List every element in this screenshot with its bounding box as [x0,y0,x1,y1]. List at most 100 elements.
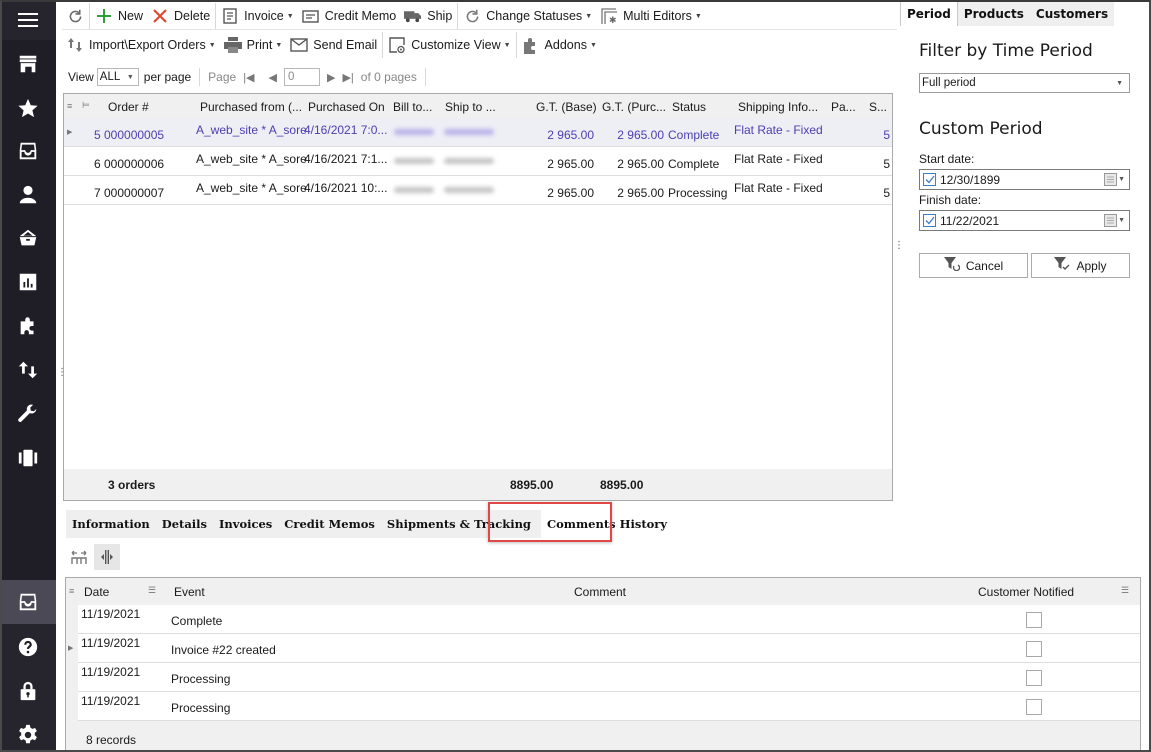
start-date-checkbox[interactable] [923,173,936,186]
order-row[interactable]: 6 000000006 A_web_site * A_sore 4/16/2021 7… [64,147,892,176]
tab-credit-memos[interactable]: Credit Memos [278,510,381,538]
finish-date-field[interactable]: 11/22/2021 ▼ [919,210,1130,231]
comment-row[interactable]: 11/19/2021 Processing [78,663,1140,692]
print-button[interactable]: Print ▼ [220,32,287,58]
invoice-icon [221,7,239,25]
tab-details[interactable]: Details [156,510,213,538]
sidebar-item-carousel[interactable] [0,436,56,480]
tab-comments-history[interactable]: Comments History [540,510,674,538]
customer-notified-checkbox[interactable] [1026,612,1042,628]
column-header[interactable]: Comment [574,585,626,599]
sidebar-item-store[interactable] [0,42,56,86]
detail-mini-toolbar [66,544,120,570]
column-header[interactable]: Event [174,585,205,599]
filter-lines-icon[interactable]: ☰ [1121,585,1129,596]
change-statuses-label: Change Statuses [486,9,583,23]
column-header[interactable]: Order # [108,100,149,114]
hamburger-menu-icon [18,13,38,27]
cancel-filter-button[interactable]: Cancel [919,253,1028,278]
page-size-value: ALL [99,71,121,83]
column-chooser-icon[interactable]: ≡ [67,101,72,111]
prev-page-icon[interactable]: ◀ [269,71,277,84]
multi-editors-button[interactable]: ✱ Multi Editors ▼ [596,3,706,29]
sidebar-item-favorites[interactable] [0,86,56,130]
customer-notified-checkbox[interactable] [1026,670,1042,686]
comment-row[interactable]: 11/19/2021 Complete [78,605,1140,634]
finish-date-value: 11/22/2021 [940,213,1000,228]
column-header[interactable]: Purchased On [308,100,385,114]
filter-lines-icon[interactable]: ☰ [148,585,156,596]
comment-event: Complete [171,614,223,628]
period-select[interactable]: Full period ▼ [919,73,1130,93]
last-page-icon[interactable]: ▶| [342,71,353,84]
customize-view-button[interactable]: Customize View ▼ [384,32,514,58]
page-number-input[interactable]: 0 [284,68,320,86]
import-export-button[interactable]: Import\Export Orders ▼ [62,32,220,58]
sidebar-item-orders[interactable] [0,129,56,173]
customer-notified-checkbox[interactable] [1026,699,1042,715]
tab-information[interactable]: Information [66,510,156,538]
tab-customers[interactable]: Customers [1030,2,1114,26]
comment-row[interactable]: 11/19/2021 Processing [78,692,1140,721]
column-header[interactable]: S... [869,100,887,114]
credit-memo-button[interactable]: Credit Memo [298,3,401,29]
next-page-icon[interactable]: ▶ [327,71,335,84]
addons-button[interactable]: Addons ▼ [518,32,601,58]
invoice-button[interactable]: Invoice ▼ [217,3,298,29]
sidebar-item-orders-active[interactable] [0,580,56,624]
sidebar-item-import-export[interactable] [0,348,56,392]
sidebar-menu-button[interactable] [0,0,56,40]
column-header[interactable]: Pa... [831,100,856,114]
tab-period[interactable]: Period [900,2,958,26]
column-header[interactable]: Date [84,585,109,599]
tab-products[interactable]: Products [958,2,1030,26]
start-date-value: 12/30/1899 [940,172,1001,187]
column-header[interactable]: Ship to ... [445,100,496,114]
sidebar-splitter-handle[interactable]: ⋮ [57,368,67,383]
sidebar-item-settings[interactable] [0,713,56,752]
column-header[interactable]: Purchased from (... [200,100,302,114]
ship-button[interactable]: Ship [400,3,456,29]
start-date-field[interactable]: 12/30/1899 ▼ [919,169,1130,190]
column-header[interactable]: G.T. (Base) [536,100,597,114]
fit-columns-button[interactable] [66,544,92,570]
column-header[interactable]: Shipping Info... [738,100,818,114]
sidebar-item-lock[interactable] [0,669,56,713]
purchased-on: 4/16/2021 10:... [304,181,388,195]
change-statuses-button[interactable]: Change Statuses ▼ [459,3,596,29]
column-chooser-icon[interactable]: ≡ [69,586,74,596]
refresh-button[interactable] [62,3,88,29]
customer-notified-checkbox[interactable] [1026,641,1042,657]
order-row[interactable]: 7 000000007 A_web_site * A_sore 4/16/2021 1… [64,176,892,205]
sidebar-item-reports[interactable] [0,260,56,304]
comment-row[interactable]: 11/19/2021 Invoice #22 created ▶ [68,634,1140,663]
calendar-icon[interactable]: ▼ [1104,214,1125,227]
sidebar-item-customers[interactable] [0,173,56,217]
column-header[interactable]: Bill to... [393,100,432,114]
sidebar-item-addons[interactable] [0,304,56,348]
tab-invoices[interactable]: Invoices [213,510,278,538]
sidebar-item-tools[interactable] [0,392,56,436]
apply-filter-button[interactable]: Apply [1031,253,1130,278]
column-split-button[interactable] [94,544,120,570]
first-page-icon[interactable]: |◀ [243,71,254,84]
delete-button[interactable]: Delete [147,3,214,29]
page-size-select[interactable]: ALL ▼ [96,68,139,86]
order-row[interactable]: 5 000000005 A_web_site * A_sore 4/16/2021 7… [64,118,892,147]
customize-view-icon [388,36,406,54]
import-export-label: Import\Export Orders [89,38,206,52]
new-button[interactable]: New [91,3,147,29]
gear-icon [19,724,37,744]
sidebar-item-help[interactable] [0,625,56,669]
column-header[interactable]: G.T. (Purc... [602,100,666,114]
sort-icon[interactable]: ⊨ [82,100,90,111]
tab-shipments-tracking[interactable]: Shipments & Tracking [381,510,537,538]
send-email-button[interactable]: Send Email [286,32,381,58]
comment-event: Invoice #22 created [171,643,276,657]
column-header[interactable]: Customer Notified [978,585,1074,599]
column-header[interactable]: Status [672,100,706,114]
calendar-icon[interactable]: ▼ [1104,173,1125,186]
finish-date-checkbox[interactable] [923,214,936,227]
sidebar-item-products[interactable] [0,216,56,260]
basket-icon [19,229,37,246]
